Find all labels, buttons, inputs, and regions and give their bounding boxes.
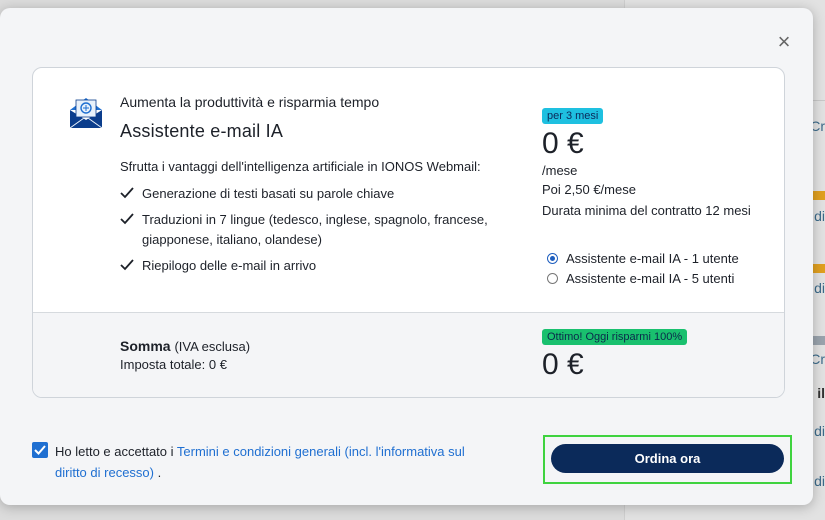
feature-item: Riepilogo delle e-mail in arrivo [120, 256, 500, 276]
savings-badge: Ottimo! Oggi risparmi 100% [542, 329, 688, 345]
product-intro: Sfrutta i vantaggi dell'intelligenza art… [120, 159, 481, 174]
vat-note: (IVA esclusa) [174, 339, 251, 354]
close-icon: × [777, 29, 791, 54]
feature-label: Generazione di testi basati su parole ch… [142, 186, 395, 201]
bg-link-fragment: di [814, 280, 825, 296]
minimum-duration: Durata minima del contratto 12 mesi [542, 203, 751, 218]
feature-item: Generazione di testi basati su parole ch… [120, 184, 500, 204]
sum-label: Somma (IVA esclusa) [120, 338, 250, 354]
price-after-promo: Poi 2,50 €/mese [542, 182, 636, 197]
product-title: Assistente e-mail IA [120, 121, 284, 141]
bg-status-bar [813, 264, 825, 273]
bg-link-fragment: di [814, 423, 825, 439]
price: 0 € [542, 127, 584, 160]
promo-badge: per 3 mesi [542, 108, 604, 124]
bg-text-fragment: il [817, 385, 825, 401]
feature-list: Generazione di testi basati su parole ch… [120, 184, 500, 282]
terms-suffix: . [153, 465, 162, 480]
radio-button-selected[interactable] [547, 253, 558, 264]
check-icon [120, 259, 134, 271]
option-label: Assistente e-mail IA - 1 utente [566, 251, 739, 266]
terms-checkbox[interactable] [32, 442, 48, 458]
feature-label: Traduzioni in 7 lingue (tedesco, inglese… [142, 212, 488, 247]
tax-total: Imposta totale: 0 € [120, 357, 227, 372]
order-now-button[interactable]: Ordina ora [551, 444, 784, 473]
close-button[interactable]: × [774, 29, 794, 54]
check-icon [120, 187, 134, 199]
option-5-users[interactable]: Assistente e-mail IA - 5 utenti [547, 271, 734, 286]
radio-button[interactable] [547, 273, 558, 284]
sum-title: Somma [120, 338, 171, 354]
bg-link-fragment: di [814, 208, 825, 224]
terms-text: Ho letto e accettato i Termini e condizi… [55, 441, 495, 483]
total-price: 0 € [542, 348, 584, 381]
terms-prefix: Ho letto e accettato i [55, 444, 177, 459]
bg-status-bar [813, 191, 825, 200]
checkmark-icon [34, 445, 46, 455]
bg-link-fragment: di [814, 473, 825, 489]
product-card: Aumenta la produttività e risparmia temp… [32, 67, 785, 398]
order-modal: × Aumenta la produttività e risparmia te… [0, 8, 813, 505]
option-label: Assistente e-mail IA - 5 utenti [566, 271, 735, 286]
summary-section [33, 313, 784, 397]
price-unit: /mese [542, 163, 578, 178]
bg-status-bar [813, 336, 825, 345]
mail-ai-icon [69, 98, 103, 129]
check-icon [120, 213, 134, 225]
product-subtitle: Aumenta la produttività e risparmia temp… [120, 94, 380, 110]
feature-item: Traduzioni in 7 lingue (tedesco, inglese… [120, 210, 500, 250]
feature-label: Riepilogo delle e-mail in arrivo [142, 258, 317, 273]
card-divider [33, 312, 784, 313]
option-1-user[interactable]: Assistente e-mail IA - 1 utente [547, 251, 739, 266]
